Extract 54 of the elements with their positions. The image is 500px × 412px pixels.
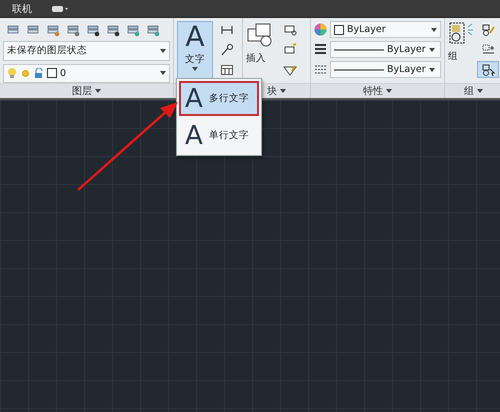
lineweight-dropdown[interactable]: ByLayer (330, 41, 441, 58)
caret-icon (428, 68, 435, 72)
caret-icon (160, 48, 166, 53)
line-sample-icon (334, 48, 384, 52)
layer-stack-icon (66, 22, 80, 36)
panel-title[interactable]: 组 (445, 83, 500, 98)
leader-icon (220, 42, 234, 56)
caret-icon (477, 89, 483, 93)
letter-a-icon: A (185, 22, 205, 52)
caret-icon (431, 28, 437, 32)
linetype-dropdown[interactable]: ByLayer (330, 61, 441, 78)
linetype-icon (314, 63, 327, 76)
layer-stack-icon (106, 22, 120, 36)
bulb-icon (7, 67, 17, 80)
layer-stack-icon (86, 22, 100, 36)
caret-icon (95, 89, 101, 93)
toggle-icon (52, 4, 68, 12)
group-label[interactable]: 组 (448, 50, 474, 63)
caret-icon (280, 89, 286, 93)
color-wheel-icon (314, 23, 327, 36)
letter-a-cursor-icon: A (185, 122, 203, 150)
menu-item[interactable]: A 多行文字 (179, 81, 259, 116)
group-select-icon (481, 62, 495, 76)
layer-dropdown[interactable]: 0 (3, 64, 170, 83)
group-select-button[interactable] (477, 61, 499, 78)
layer-stack-icon (46, 22, 60, 36)
layer-stack-icon (6, 22, 20, 36)
color-swatch-icon (47, 68, 57, 78)
layer-stack-icon (26, 22, 40, 36)
attribute-icon (283, 62, 297, 76)
layer-state-dropdown[interactable]: 未保存的图层状态 (3, 41, 170, 60)
sun-icon (20, 68, 31, 79)
menu-item[interactable]: A 单行文字 (179, 118, 259, 153)
group-add-icon (481, 42, 495, 56)
lineweight-icon (314, 43, 327, 56)
padlock-icon (34, 68, 44, 79)
block-edit-icon (283, 42, 297, 56)
letter-a-icon: A (185, 84, 203, 112)
layer-stack-icon (146, 22, 160, 36)
panel-title[interactable]: 图层 (0, 83, 173, 98)
caret-icon (192, 67, 198, 71)
ribbon-tab[interactable]: 联机 (12, 2, 32, 16)
layer-stack-icon (126, 22, 140, 36)
block-icon (283, 22, 297, 36)
insert-label[interactable]: 插入 (246, 52, 276, 65)
ungroup-icon (481, 22, 495, 36)
caret-icon (386, 89, 392, 93)
panel-title[interactable]: 特性 (311, 83, 444, 98)
color-dropdown[interactable]: ByLayer (330, 21, 441, 38)
caret-icon (428, 48, 435, 52)
color-swatch-icon (334, 24, 344, 34)
caret-icon (160, 71, 166, 76)
table-icon (220, 62, 234, 76)
line-sample-icon (334, 68, 384, 72)
